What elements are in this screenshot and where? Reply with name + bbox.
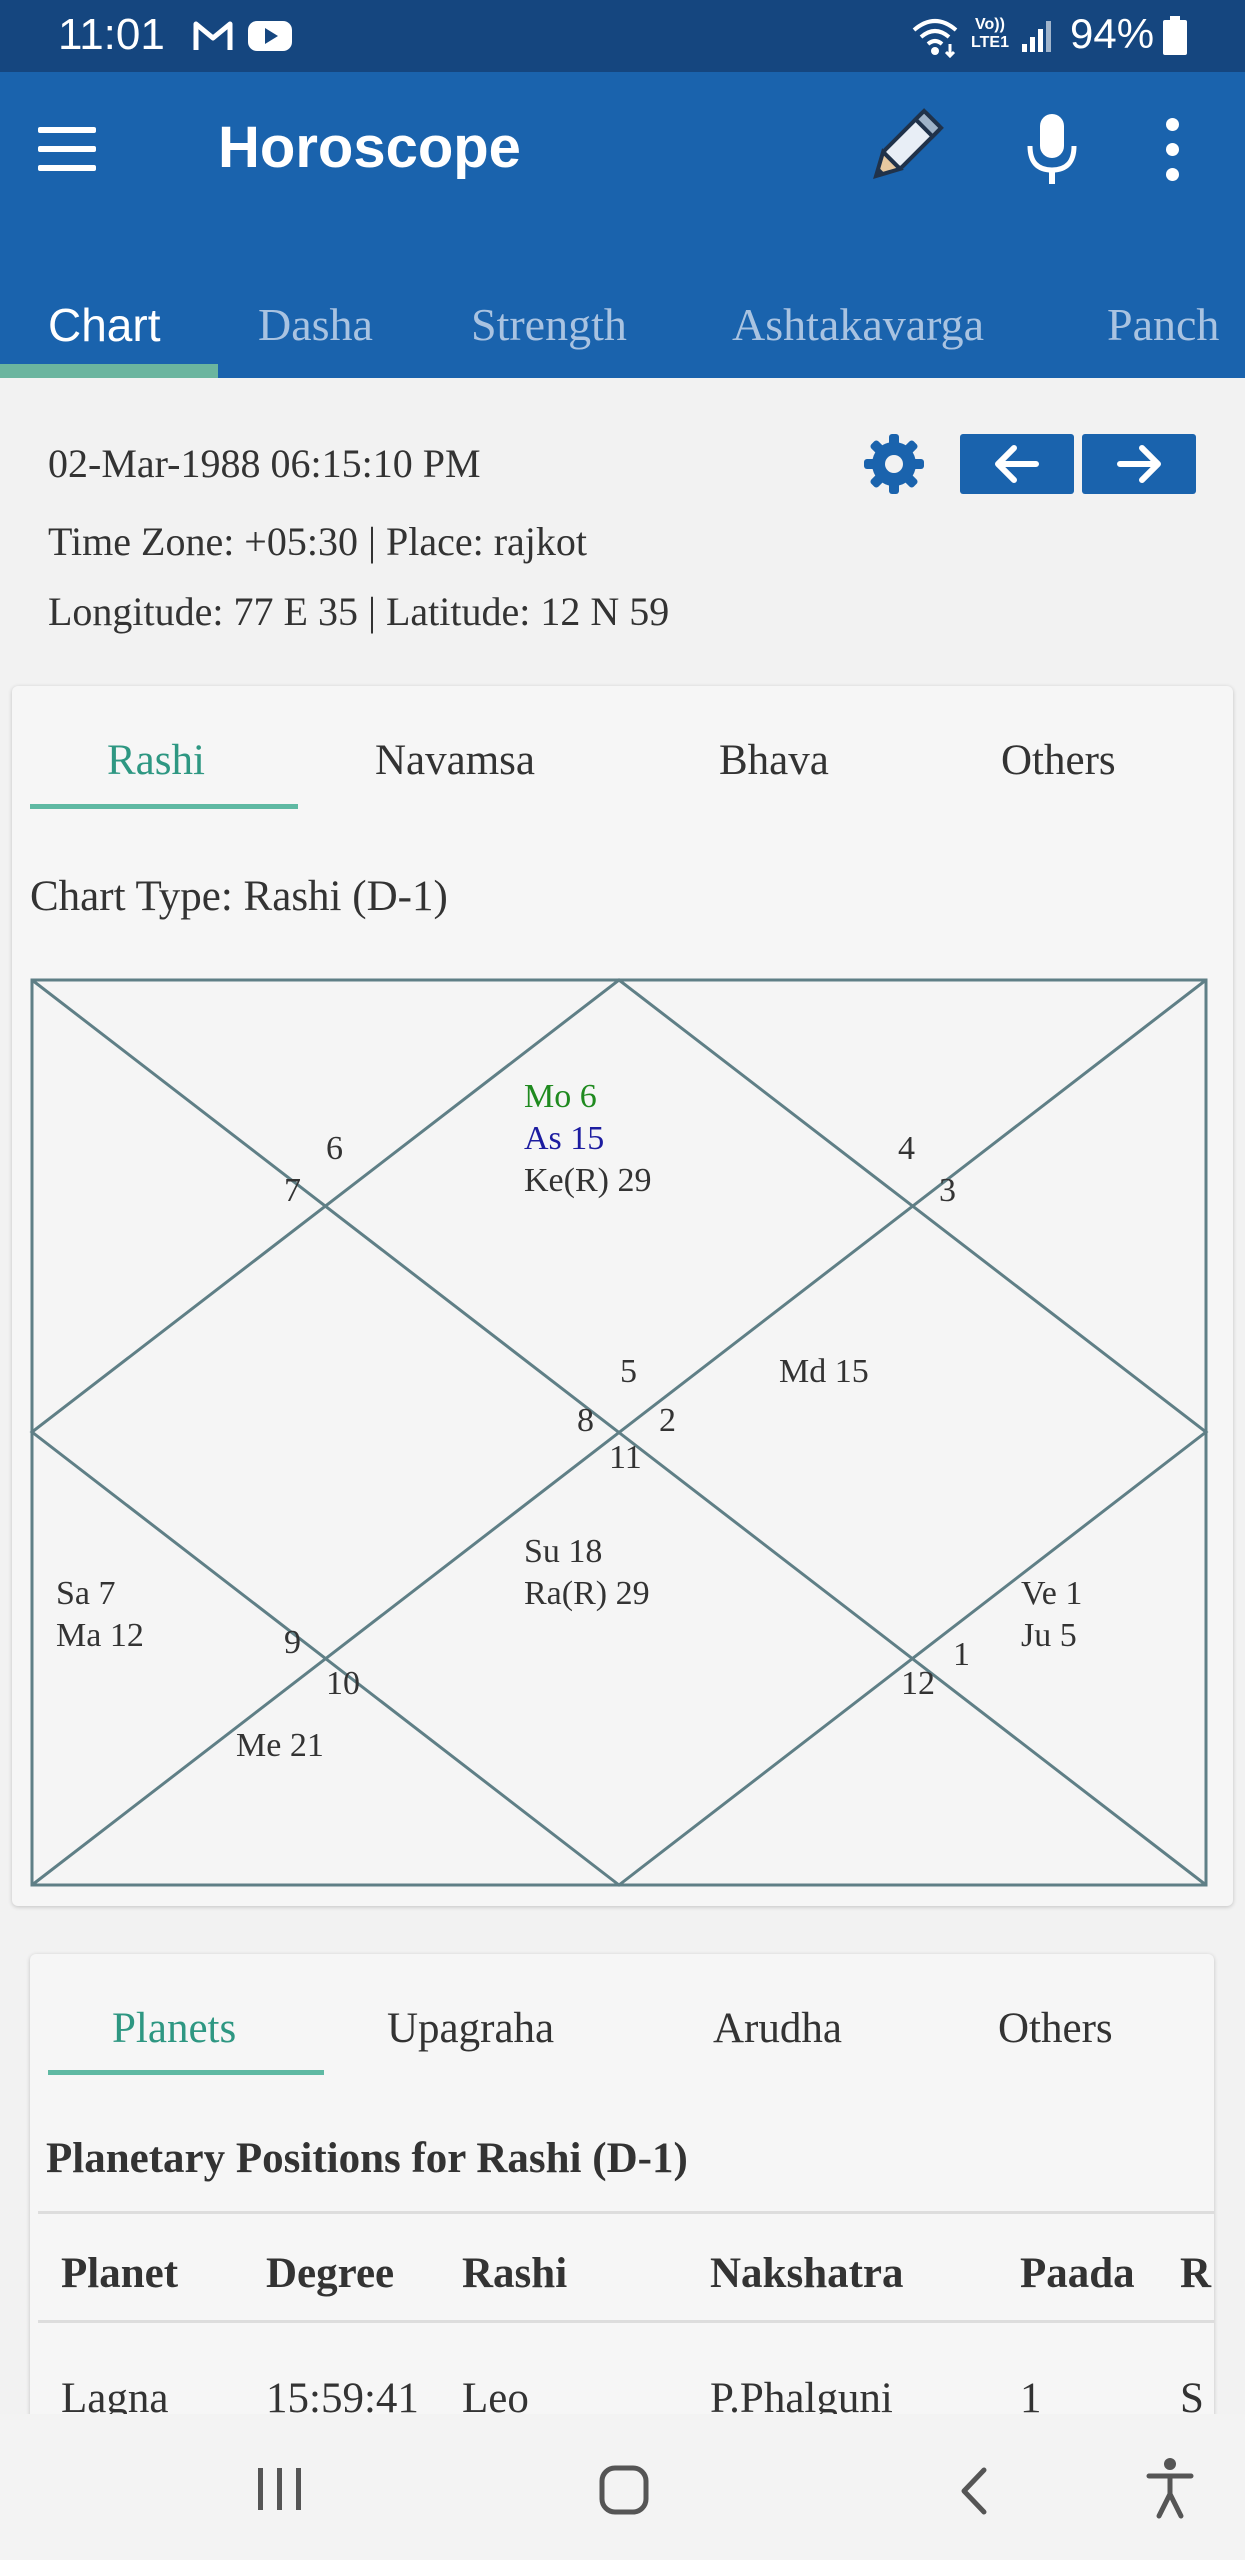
tab-chart[interactable]: Chart xyxy=(48,272,160,378)
planet-mercury: Me 21 xyxy=(236,1727,324,1764)
house-number-5: 5 xyxy=(620,1353,637,1390)
divider xyxy=(38,2320,1214,2323)
column-header-nakshatra: Nakshatra xyxy=(710,2250,904,2297)
column-header-rashi: Rashi xyxy=(462,2250,568,2297)
subtab-arudha[interactable]: Arudha xyxy=(713,2004,842,2053)
column-header-r: R xyxy=(1180,2250,1212,2297)
chart-grid xyxy=(29,978,1209,1887)
next-button[interactable] xyxy=(1082,434,1196,494)
planet-moon: Mo 6 xyxy=(524,1078,597,1115)
column-header-paada: Paada xyxy=(1020,2250,1135,2297)
wifi-icon xyxy=(912,19,958,58)
planet-sun: Su 18 xyxy=(524,1533,602,1570)
navigation-bar xyxy=(0,2414,1245,2560)
planet-ascendant: As 15 xyxy=(524,1120,604,1157)
house-number-9: 9 xyxy=(284,1624,301,1661)
home-icon[interactable] xyxy=(598,2464,652,2518)
planet-rahu: Ra(R) 29 xyxy=(524,1575,650,1612)
subtab-indicator xyxy=(30,804,298,809)
tab-indicator xyxy=(0,364,218,378)
planet-mars: Ma 12 xyxy=(56,1617,144,1654)
tab-ashtakavarga[interactable]: Ashtakavarga xyxy=(732,272,984,378)
main-tabs: Chart Dasha Strength Ashtakavarga Panch xyxy=(0,272,1245,378)
accessibility-icon[interactable] xyxy=(1145,2456,1195,2520)
column-header-planet: Planet xyxy=(61,2250,179,2297)
gmail-icon xyxy=(193,21,233,50)
house-number-1: 1 xyxy=(953,1636,970,1673)
subtab-others-2[interactable]: Others xyxy=(998,2004,1113,2053)
planet-mandi: Md 15 xyxy=(779,1353,869,1390)
house-number-3: 3 xyxy=(939,1172,956,1209)
battery-percent: 94% xyxy=(1070,10,1155,57)
subtab-upagraha[interactable]: Upagraha xyxy=(387,2004,554,2053)
arrow-right-icon xyxy=(1117,445,1161,483)
table-title: Planetary Positions for Rashi (D-1) xyxy=(46,2135,688,2182)
chart-card: Rashi Navamsa Bhava Others Chart Type: R… xyxy=(12,686,1233,1906)
menu-button[interactable] xyxy=(38,127,98,171)
planet-saturn: Sa 7 xyxy=(56,1575,116,1612)
north-indian-chart: 6 7 4 3 5 8 2 11 9 10 1 12 Mo 6 As 15 Ke… xyxy=(29,978,1209,1887)
longitude-latitude: Longitude: 77 E 35 | Latitude: 12 N 59 xyxy=(48,589,670,634)
youtube-icon xyxy=(248,21,292,51)
chart-type-label: Chart Type: Rashi (D-1) xyxy=(30,873,448,920)
planet-ketu: Ke(R) 29 xyxy=(524,1162,651,1199)
subtab-navamsa[interactable]: Navamsa xyxy=(375,736,535,785)
page-title: Horoscope xyxy=(218,115,521,180)
house-number-12: 12 xyxy=(901,1665,935,1702)
subtab-rashi[interactable]: Rashi xyxy=(107,736,205,785)
house-number-2: 2 xyxy=(659,1402,676,1439)
volte-icon: Vo)) LTE1 xyxy=(971,16,1009,51)
tab-strength[interactable]: Strength xyxy=(471,272,627,378)
planet-jupiter: Ju 5 xyxy=(1021,1617,1077,1654)
app-bar: Horoscope Chart Dasha Strength Ashtakava… xyxy=(0,72,1245,378)
column-header-degree: Degree xyxy=(266,2250,395,2297)
more-options-button[interactable] xyxy=(1160,112,1190,188)
status-bar: 11:01 Vo)) LTE1 94% xyxy=(0,0,1245,72)
divider xyxy=(38,2211,1214,2214)
house-number-7: 7 xyxy=(284,1172,301,1209)
tab-panchang[interactable]: Panch xyxy=(1107,272,1219,378)
previous-button[interactable] xyxy=(960,434,1074,494)
timezone-place: Time Zone: +05:30 | Place: rajkot xyxy=(48,519,588,564)
arrow-left-icon xyxy=(995,445,1039,483)
birth-datetime: 02-Mar-1988 06:15:10 PM xyxy=(48,441,481,486)
battery-icon xyxy=(1163,16,1187,55)
subtab-bhava[interactable]: Bhava xyxy=(719,736,829,785)
pencil-icon[interactable] xyxy=(860,102,950,192)
house-number-8: 8 xyxy=(577,1402,594,1439)
back-icon[interactable] xyxy=(954,2464,994,2518)
house-number-4: 4 xyxy=(898,1130,915,1167)
signal-icon xyxy=(1022,21,1051,52)
microphone-icon[interactable] xyxy=(1020,112,1084,188)
house-number-10: 10 xyxy=(326,1665,360,1702)
recent-apps-icon[interactable] xyxy=(250,2464,310,2514)
menu-icon xyxy=(38,127,96,133)
house-number-11: 11 xyxy=(609,1439,642,1476)
subtab-others[interactable]: Others xyxy=(1001,736,1116,785)
planet-venus: Ve 1 xyxy=(1021,1575,1082,1612)
kebab-icon xyxy=(1166,118,1179,131)
subtab-indicator xyxy=(48,2070,324,2075)
tab-dasha[interactable]: Dasha xyxy=(258,272,373,378)
house-number-6: 6 xyxy=(326,1130,343,1167)
gear-icon[interactable] xyxy=(862,432,926,496)
subtab-planets[interactable]: Planets xyxy=(112,2004,236,2053)
status-time: 11:01 xyxy=(58,10,165,59)
